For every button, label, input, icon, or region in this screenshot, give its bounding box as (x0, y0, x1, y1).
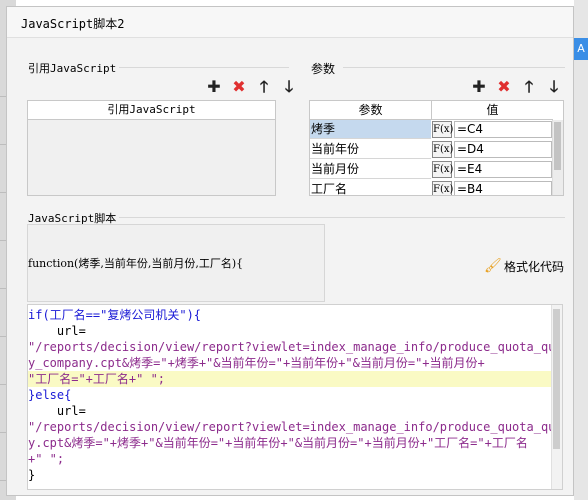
code-editor-scrollbar[interactable] (551, 305, 562, 489)
param-value-field[interactable]: =B4 (454, 181, 552, 195)
param-value-header: 值 (432, 101, 553, 120)
code-editor[interactable]: if(工厂名=="复烤公司机关"){ url= "/reports/decisi… (27, 304, 563, 490)
dialog-title: JavaScript脚本2 (21, 17, 125, 31)
param-row[interactable]: 当前月份 F(x) =E4 (310, 160, 553, 180)
ref-move-down-button[interactable]: 🡓 (281, 79, 297, 95)
param-section-label: 参数 (311, 62, 336, 76)
formula-icon[interactable]: F(x) (432, 181, 453, 195)
code-line: "/reports/decision/view/report?viewlet=i… (28, 340, 563, 354)
param-row[interactable]: 当前年份 F(x) =D4 (310, 140, 553, 160)
code-line-highlighted: "工厂名="+工厂名+" "; (28, 371, 553, 387)
code-line: url= (28, 324, 86, 338)
param-table: 参数 值 烤季 F(x) =C4 当前年份 F(x) =D4 当前月份 F(x)… (309, 100, 564, 196)
param-delete-button[interactable]: ✖ (496, 79, 512, 95)
param-move-down-button[interactable]: 🡓 (546, 79, 562, 95)
ref-js-table-header: 引用JavaScript (28, 101, 275, 120)
format-code-label: 格式化代码 (504, 260, 565, 274)
formula-icon[interactable]: F(x) (432, 161, 453, 178)
code-line: }else{ (28, 388, 72, 402)
param-name-cell[interactable]: 工厂名 (310, 180, 431, 195)
script-section-divider (119, 217, 565, 218)
param-move-up-button[interactable]: 🡑 (521, 79, 537, 95)
code-line: } (28, 468, 36, 482)
param-name-cell[interactable]: 当前月份 (310, 160, 431, 179)
param-add-button[interactable]: ✚ (471, 79, 487, 95)
function-signature: function(烤季,当前年份,当前月份,工厂名){ (28, 257, 244, 270)
param-row[interactable]: 工厂名 F(x) =B4 (310, 180, 553, 195)
code-line: url= (28, 404, 86, 418)
background-window-right: A (574, 0, 588, 500)
formula-icon[interactable]: F(x) (432, 141, 453, 158)
arrow-up-icon: 🡑 (259, 77, 269, 96)
scrollbar-thumb[interactable] (554, 122, 561, 170)
param-name-header: 参数 (310, 101, 432, 120)
formula-icon[interactable]: F(x) (432, 121, 453, 138)
scrollbar-thumb[interactable] (553, 309, 560, 449)
dialog-titlebar: JavaScript脚本2 (7, 7, 573, 38)
arrow-up-icon: 🡑 (524, 77, 534, 96)
code-line: +" "; (28, 452, 65, 466)
brush-icon: 🖌 (484, 258, 502, 274)
ref-section-label: 引用JavaScript (28, 62, 117, 75)
param-table-scrollbar[interactable] (552, 120, 563, 195)
code-line: "/reports/decision/view/report?viewlet=i… (28, 420, 563, 434)
ref-js-table[interactable]: 引用JavaScript (27, 100, 276, 196)
arrow-down-icon: 🡓 (549, 77, 559, 96)
param-value-field[interactable]: =E4 (454, 161, 552, 178)
code-line: y_company.cpt&烤季="+烤季+"&当前年份="+当前年份+"&当前… (28, 356, 485, 370)
code-line: if(工厂名=="复烤公司机关"){ (28, 308, 202, 322)
param-section-divider (343, 67, 565, 68)
plus-icon: ✚ (472, 77, 486, 96)
cross-icon: ✖ (232, 77, 246, 96)
side-accent-tab[interactable]: A (574, 38, 588, 60)
ref-section-divider (119, 67, 289, 68)
cross-icon: ✖ (497, 77, 511, 96)
param-value-field[interactable]: =C4 (454, 121, 552, 138)
param-name-cell[interactable]: 当前年份 (310, 140, 431, 159)
function-signature-box: function(烤季,当前年份,当前月份,工厂名){ (27, 224, 325, 302)
code-line: y.cpt&烤季="+烤季+"&当前年份="+当前年份+"&当前月份="+当前月… (28, 436, 528, 450)
ref-delete-button[interactable]: ✖ (231, 79, 247, 95)
param-value-field[interactable]: =D4 (454, 141, 552, 158)
ref-add-button[interactable]: ✚ (206, 79, 222, 95)
ref-move-up-button[interactable]: 🡑 (256, 79, 272, 95)
param-name-cell[interactable]: 烤季 (310, 120, 431, 139)
arrow-down-icon: 🡓 (284, 77, 294, 96)
param-row[interactable]: 烤季 F(x) =C4 (310, 120, 553, 140)
plus-icon: ✚ (207, 77, 221, 96)
javascript-dialog: JavaScript脚本2 引用JavaScript ✚ ✖ 🡑 🡓 引用Jav… (6, 6, 574, 496)
